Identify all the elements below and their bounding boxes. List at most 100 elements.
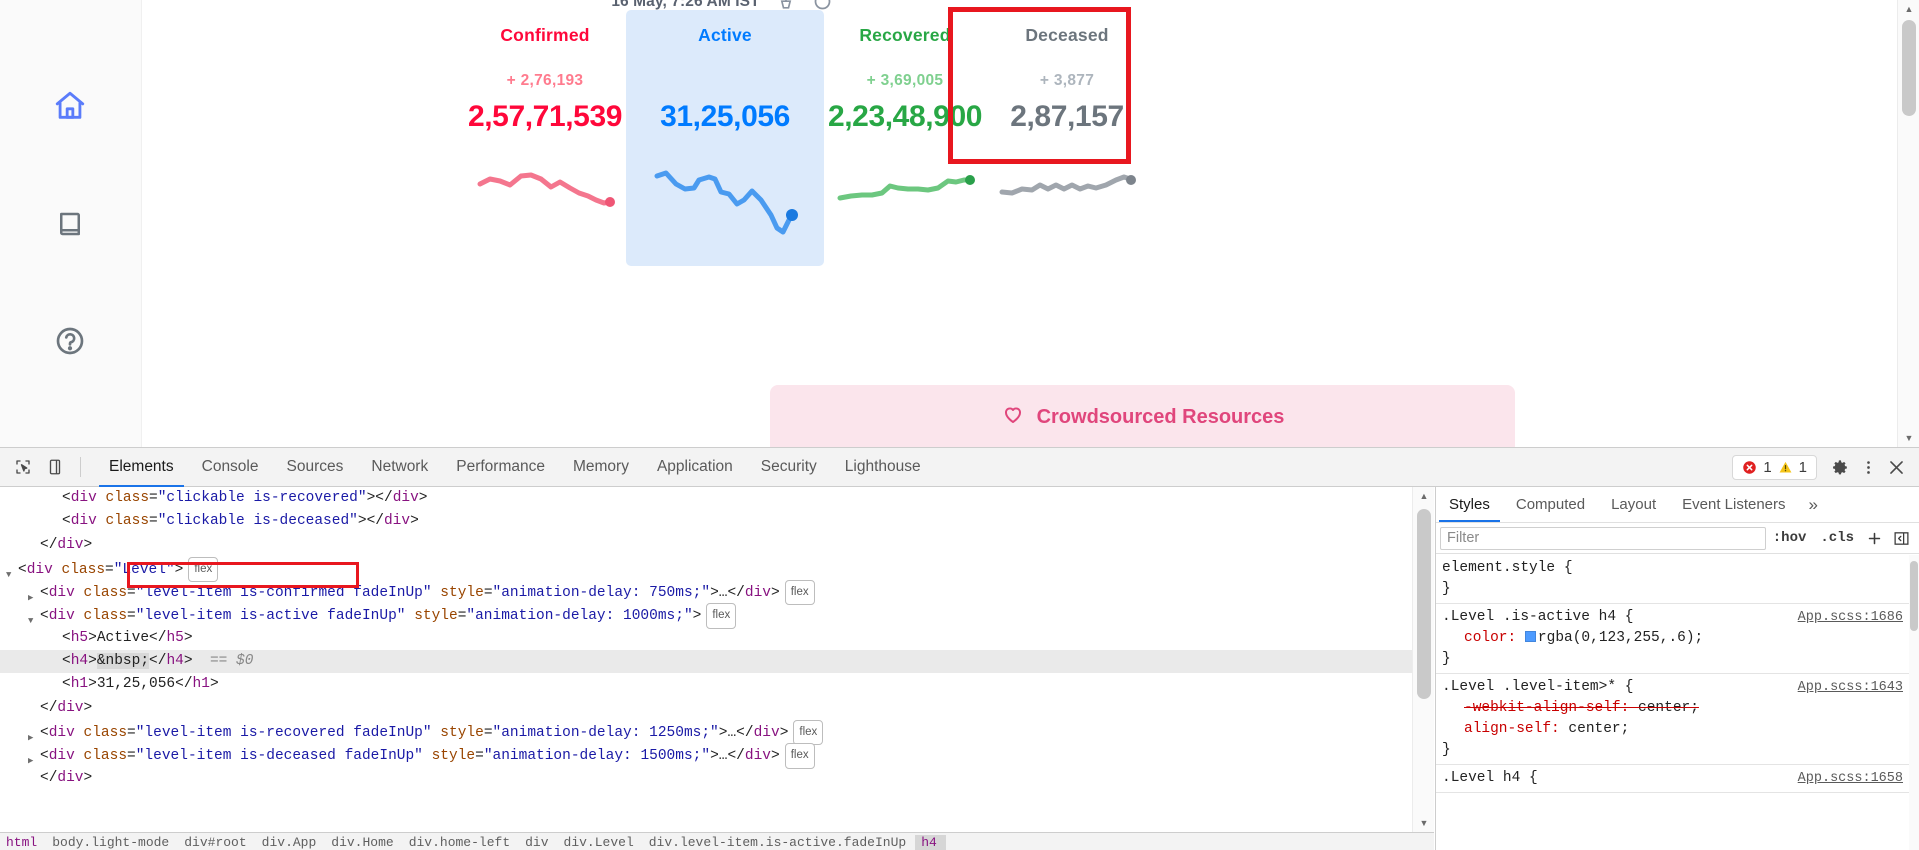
style-rule-selector[interactable]: .Level .is-active h4 { <box>1442 609 1633 625</box>
toolbar-divider <box>80 457 81 477</box>
style-rule[interactable]: .Level h4 { App.scss:1658 <box>1436 765 1909 793</box>
devtools-tab-performance[interactable]: Performance <box>442 448 559 487</box>
dom-tree-line[interactable]: ▶ <div class="level-item is-confirmed fad… <box>0 580 1434 606</box>
style-rule-source-link[interactable]: App.scss:1686 <box>1798 607 1903 628</box>
styles-rules-list[interactable]: element.style {} .Level .is-active h4 { Ap… <box>1436 555 1909 850</box>
dom-scroll-down-arrow-icon[interactable]: ▼ <box>1413 814 1435 832</box>
warning-count: 1 <box>1798 458 1807 476</box>
breadcrumb-item[interactable]: div.level-item.is-active.fadeInUp <box>643 835 915 850</box>
dom-tree-line[interactable]: ▼ <div class="level-item is-active fadeIn… <box>0 603 1434 629</box>
devtools-tab-memory[interactable]: Memory <box>559 448 643 487</box>
new-style-rule-plus-icon[interactable] <box>1861 530 1888 547</box>
style-rule[interactable]: .Level .is-active h4 { App.scss:1686 color… <box>1436 604 1909 674</box>
styles-tab-event-listeners[interactable]: Event Listeners <box>1669 487 1798 522</box>
level-item-active[interactable]: Active 31,25,056 <box>626 10 824 266</box>
book-icon <box>55 209 85 239</box>
breadcrumb-item[interactable]: div#root <box>178 835 255 850</box>
more-options-icon[interactable] <box>1855 454 1881 480</box>
sparkline-confirmed <box>474 162 616 232</box>
issue-counts[interactable]: 1 1 <box>1732 454 1817 480</box>
devtools-tab-security[interactable]: Security <box>747 448 831 487</box>
breadcrumb-item[interactable]: div.Home <box>325 835 402 850</box>
dom-tree-line[interactable]: <h1>31,25,056</h1> <box>0 673 1434 696</box>
level-label-active: Active <box>698 25 752 45</box>
breadcrumb-item[interactable]: div.App <box>256 835 326 850</box>
style-rule-selector[interactable]: .Level .level-item>* { <box>1442 679 1633 695</box>
scroll-down-arrow-icon[interactable]: ▼ <box>1898 429 1919 447</box>
dom-tree-line[interactable]: ▶ <div class="level-item is-recovered fad… <box>0 719 1434 746</box>
page-scrollbar-thumb[interactable] <box>1902 20 1916 116</box>
level-delta-confirmed: + 2,76,193 <box>506 72 584 89</box>
style-rule-source-link[interactable]: App.scss:1658 <box>1798 768 1903 789</box>
settings-gear-icon[interactable] <box>1827 454 1853 480</box>
style-rule-source-link[interactable]: App.scss:1643 <box>1798 677 1903 698</box>
styles-tab-layout[interactable]: Layout <box>1598 487 1669 522</box>
styles-tab-computed[interactable]: Computed <box>1503 487 1598 522</box>
styles-more-tabs-icon[interactable]: » <box>1799 487 1828 522</box>
dom-tree-line[interactable]: </div> <box>0 697 1434 720</box>
devtools-tab-sources[interactable]: Sources <box>273 448 358 487</box>
sidebar-item-home[interactable] <box>46 82 94 130</box>
dom-scrollbar-thumb[interactable] <box>1417 509 1431 699</box>
style-rule[interactable]: element.style {} <box>1436 555 1909 604</box>
style-property[interactable]: color: rgba(0,123,255,.6); <box>1442 628 1909 649</box>
cls-toggle-button[interactable]: .cls <box>1813 530 1861 546</box>
page-scrollbar[interactable]: ▲ ▼ <box>1897 0 1919 447</box>
dom-tree-line[interactable]: </div> <box>0 534 1434 557</box>
breadcrumb-item[interactable]: div <box>519 835 557 850</box>
styles-scrollbar[interactable] <box>1909 555 1919 850</box>
devtools-tab-lighthouse[interactable]: Lighthouse <box>831 448 935 487</box>
computed-sidebar-toggle-icon[interactable] <box>1888 530 1915 547</box>
level-total-recovered: 2,23,48,900 <box>827 100 983 133</box>
inspect-element-icon[interactable] <box>10 454 36 480</box>
dom-tree-line[interactable]: ▶ <div class="level-item is-deceased fade… <box>0 743 1434 769</box>
scroll-up-arrow-icon[interactable]: ▲ <box>1898 0 1919 18</box>
crowdsourced-resources-banner[interactable]: Crowdsourced Resources <box>770 385 1515 447</box>
level-item-deceased[interactable]: Deceased + 3,877 2,87,157 <box>986 10 1148 232</box>
level-item-recovered[interactable]: Recovered + 3,69,005 2,23,48,900 <box>824 10 986 232</box>
style-rule[interactable]: .Level .level-item>* { App.scss:1643 -webk… <box>1436 674 1909 765</box>
devtools-tab-application[interactable]: Application <box>643 448 747 487</box>
level-item-confirmed[interactable]: Confirmed + 2,76,193 2,57,71,539 <box>464 10 626 232</box>
web-page-viewport: 16 May, 7:26 AM IST Confirmed + 2,76,193 <box>0 0 1919 447</box>
sidebar-item-about[interactable] <box>46 317 94 365</box>
dom-breadcrumb[interactable]: html body.light-mode div#root div.App div.Ho… <box>0 832 1434 850</box>
styles-tab-styles[interactable]: Styles <box>1436 487 1503 522</box>
styles-scrollbar-thumb[interactable] <box>1910 561 1918 631</box>
style-rule-selector[interactable]: element.style { <box>1442 560 1573 576</box>
style-property[interactable]: align-self: center; <box>1442 719 1909 740</box>
level-delta-recovered: + 3,69,005 <box>866 72 944 89</box>
dom-scroll-up-arrow-icon[interactable]: ▲ <box>1413 487 1435 505</box>
dom-tree-line[interactable]: ▼ <div class="Level"> flex <box>0 556 1434 583</box>
devtools-toolbar-right: 1 1 <box>1732 454 1919 480</box>
sidebar-item-essentials[interactable] <box>46 200 94 248</box>
dom-tree-line[interactable]: <div class="clickable is-deceased"></div… <box>0 510 1434 533</box>
home-icon <box>53 89 87 123</box>
color-swatch[interactable] <box>1524 631 1536 642</box>
level-label-confirmed: Confirmed <box>500 25 590 45</box>
dom-tree-line[interactable]: <div class="clickable is-recovered"></di… <box>0 487 1434 510</box>
dom-tree-line[interactable]: <h5>Active</h5> <box>0 627 1434 650</box>
device-toolbar-icon[interactable] <box>42 454 68 480</box>
breadcrumb-item[interactable]: div.Level <box>558 835 643 850</box>
sparkline-recovered <box>834 162 976 232</box>
close-devtools-icon[interactable] <box>1883 454 1909 480</box>
crowdsourced-resources-label: Crowdsourced Resources <box>1036 405 1285 428</box>
devtools-tab-console[interactable]: Console <box>188 448 273 487</box>
style-rule-selector[interactable]: .Level h4 { <box>1442 770 1538 786</box>
dom-tree-scrollbar[interactable]: ▲ ▼ <box>1412 487 1434 832</box>
styles-filter-input[interactable]: Filter <box>1440 526 1766 550</box>
dom-tree-line[interactable]: <h4>&nbsp;</h4> == $0 <box>0 650 1434 674</box>
breadcrumb-item[interactable]: body.light-mode <box>46 835 178 850</box>
breadcrumb-item[interactable]: html <box>0 835 46 850</box>
level-total-deceased: 2,87,157 <box>1010 100 1124 133</box>
hov-toggle-button[interactable]: :hov <box>1766 530 1814 546</box>
style-property[interactable]: -webkit-align-self: center; <box>1442 698 1909 719</box>
dom-tree-pane[interactable]: <div class="clickable is-recovered"></di… <box>0 487 1434 832</box>
breadcrumb-item[interactable]: h4 <box>915 834 946 850</box>
app-sidebar <box>0 0 142 447</box>
breadcrumb-item[interactable]: div.home-left <box>403 835 519 850</box>
dom-tree-line[interactable]: </div> <box>0 767 1434 790</box>
devtools-tab-network[interactable]: Network <box>357 448 442 487</box>
devtools-tab-elements[interactable]: Elements <box>95 448 188 487</box>
